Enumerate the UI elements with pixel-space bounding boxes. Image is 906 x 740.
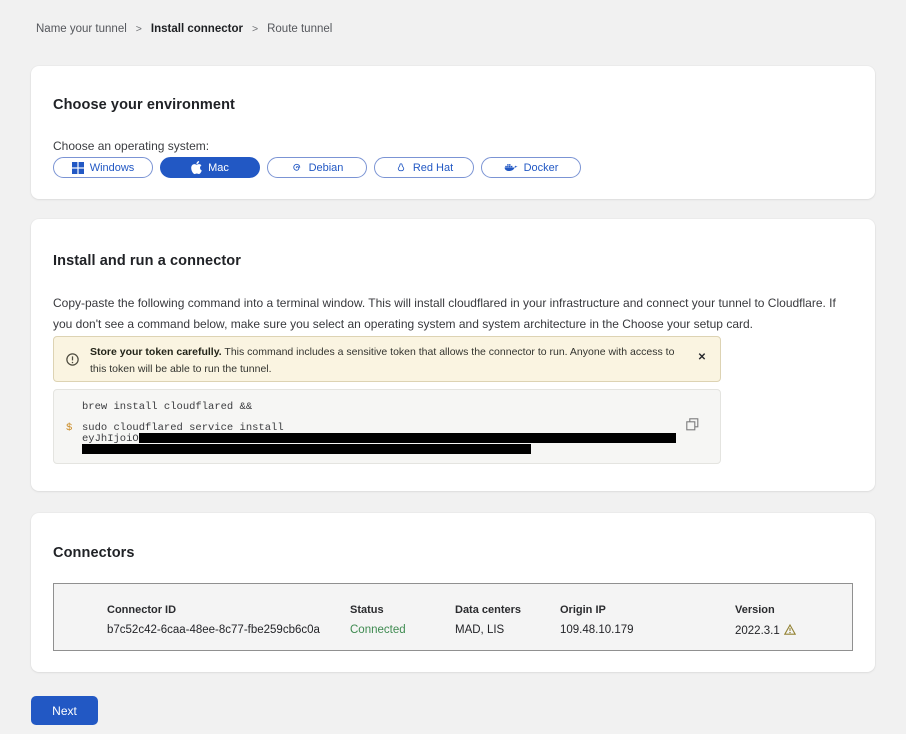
breadcrumb-step-install-connector[interactable]: Install connector — [151, 23, 243, 35]
info-icon — [65, 352, 80, 372]
column-header: Origin IP — [560, 604, 606, 616]
os-button-label: Mac — [208, 162, 229, 174]
redacted-token-bar — [82, 444, 531, 454]
connector-id-value: b7c52c42-6caa-48ee-8c77-fbe259cb6c0a — [107, 624, 320, 636]
chevron-separator-icon: > — [136, 23, 142, 35]
warning-text: Store your token carefully. This command… — [90, 344, 690, 378]
shell-prompt: $ — [66, 422, 72, 434]
install-description: Copy-paste the following command into a … — [53, 293, 849, 334]
column-header: Status — [350, 604, 384, 616]
install-card-title: Install and run a connector — [53, 253, 241, 269]
page-bottom-strip — [0, 734, 906, 740]
column-header: Connector ID — [107, 604, 176, 616]
breadcrumb: Name your tunnel > Install connector > R… — [36, 23, 332, 35]
os-button-label: Docker — [524, 162, 559, 174]
os-button-windows[interactable]: Windows — [53, 157, 153, 178]
column-header: Data centers — [455, 604, 521, 616]
os-button-docker[interactable]: Docker — [481, 157, 581, 178]
install-command-codeblock: brew install cloudflared && $ sudo cloud… — [53, 389, 721, 464]
code-line-brew: brew install cloudflared && — [82, 401, 252, 413]
warning-triangle-icon — [784, 624, 796, 638]
redhat-icon — [395, 162, 407, 174]
connectors-table: Connector ID b7c52c42-6caa-48ee-8c77-fbe… — [53, 583, 853, 651]
os-button-redhat[interactable]: Red Hat — [374, 157, 474, 178]
connectors-card: Connectors Connector ID b7c52c42-6caa-48… — [31, 513, 875, 672]
data-centers-value: MAD, LIS — [455, 624, 504, 636]
install-connector-card: Install and run a connector Copy-paste t… — [31, 219, 875, 491]
column-header: Version — [735, 604, 775, 616]
environment-card-title: Choose your environment — [53, 97, 235, 113]
windows-icon — [72, 162, 84, 174]
version-value: 2022.3.1 — [735, 624, 796, 638]
debian-icon — [291, 162, 303, 174]
os-button-label: Windows — [90, 162, 135, 174]
os-select-label: Choose an operating system: — [53, 139, 209, 153]
docker-icon — [504, 162, 518, 173]
os-button-label: Debian — [309, 162, 344, 174]
os-button-debian[interactable]: Debian — [267, 157, 367, 178]
chevron-separator-icon: > — [252, 23, 258, 35]
breadcrumb-step-name-tunnel[interactable]: Name your tunnel — [36, 23, 127, 35]
connectors-card-title: Connectors — [53, 545, 135, 561]
next-button[interactable]: Next — [31, 696, 98, 725]
environment-card: Choose your environment Choose an operat… — [31, 66, 875, 199]
os-button-group: Windows Mac Debian Red Hat — [53, 157, 581, 178]
os-button-mac[interactable]: Mac — [160, 157, 260, 178]
breadcrumb-step-route-tunnel[interactable]: Route tunnel — [267, 23, 332, 35]
redacted-token-bar — [139, 433, 676, 443]
origin-ip-value: 109.48.10.179 — [560, 624, 634, 636]
version-number: 2022.3.1 — [735, 625, 780, 637]
warning-title: Store your token carefully. — [90, 346, 222, 358]
close-icon[interactable]: ✕ — [694, 350, 710, 366]
apple-icon — [191, 161, 202, 174]
token-warning-banner: Store your token carefully. This command… — [53, 336, 721, 382]
copy-icon[interactable] — [684, 418, 700, 434]
os-button-label: Red Hat — [413, 162, 453, 174]
status-badge: Connected — [350, 624, 406, 636]
